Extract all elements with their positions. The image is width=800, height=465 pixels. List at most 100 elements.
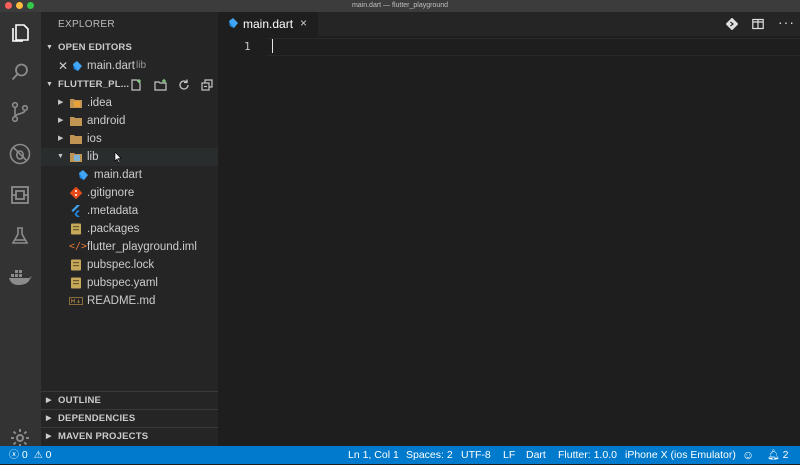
tree-item-metadata[interactable]: .metadata [41, 202, 218, 220]
yaml-file-icon [71, 259, 81, 271]
open-editor-path: lib [136, 60, 147, 71]
project-header[interactable]: ▼ FLUTTER_PL... [41, 76, 218, 94]
window-title: main.dart — flutter_playground [351, 2, 449, 9]
tree-item-label: .gitignore [87, 187, 135, 199]
mouse-pointer-icon [114, 152, 122, 163]
git-compare-icon[interactable] [726, 18, 738, 30]
close-icon[interactable]: ✕ [58, 57, 68, 75]
tree-item-pubspec-yaml[interactable]: pubspec.yaml [41, 274, 218, 292]
tree-item-label: .idea [87, 97, 112, 109]
split-editor-icon[interactable] [752, 18, 764, 30]
window-controls [5, 2, 34, 9]
chevron-right-icon: ▶ [46, 397, 52, 404]
more-actions-icon[interactable]: ··· [778, 14, 795, 30]
tab-main-dart[interactable]: main.dart × [218, 12, 318, 36]
maven-projects-header[interactable]: ▶ MAVEN PROJECTS [41, 427, 218, 446]
tree-item-label: README.md [87, 295, 156, 307]
zoom-window-button[interactable] [27, 2, 34, 9]
bell-icon: 🔔︎ [767, 450, 780, 461]
tree-item-label: pubspec.lock [87, 259, 155, 271]
title-bar: main.dart — flutter_playground [0, 0, 800, 12]
encoding-status[interactable]: UTF-8 [461, 446, 491, 464]
explorer-title: EXPLORER [58, 19, 115, 30]
eol-status[interactable]: LF [503, 446, 515, 464]
xml-file-icon: </> [69, 241, 88, 252]
new-folder-icon[interactable] [154, 79, 167, 91]
activity-bar [0, 12, 41, 447]
tree-item-label: flutter_playground.iml [87, 241, 197, 253]
explorer-icon[interactable] [8, 20, 32, 44]
chevron-down-icon: ▼ [57, 153, 64, 160]
device-status[interactable]: iPhone X (ios Emulator) [625, 446, 736, 464]
collapse-all-icon[interactable] [201, 79, 213, 91]
open-editors-header[interactable]: ▼ OPEN EDITORS [41, 39, 218, 57]
editor-tab-bar: main.dart × ··· [218, 12, 800, 36]
chevron-right-icon: ▶ [58, 117, 64, 124]
tree-item-idea[interactable]: ▶ .idea [41, 94, 218, 112]
notifications-status[interactable]: 🔔︎ 2 [767, 446, 788, 465]
flutter-version-status[interactable]: Flutter: 1.0.0 [558, 446, 617, 464]
tree-item-lib[interactable]: ▼ lib [41, 148, 218, 166]
errors-status[interactable]: ⓧ 0 ⚠ 0 [9, 446, 51, 465]
new-file-icon[interactable] [130, 79, 142, 91]
text-cursor [272, 39, 273, 53]
current-line-highlight [266, 38, 800, 56]
tree-item-ios[interactable]: ▶ ios [41, 130, 218, 148]
test-flask-icon[interactable] [8, 224, 32, 248]
chevron-right-icon: ▶ [46, 415, 52, 422]
dart-file-icon [73, 61, 82, 71]
yaml-file-icon [71, 277, 81, 289]
refresh-icon[interactable] [178, 79, 190, 91]
cursor-position[interactable]: Ln 1, Col 1 [348, 446, 399, 464]
chevron-right-icon: ▶ [58, 135, 64, 142]
extensions-icon[interactable] [8, 183, 32, 207]
tree-item-label: android [87, 115, 126, 127]
tree-item-main-dart[interactable]: main.dart [41, 166, 218, 184]
tree-item-pubspec-lock[interactable]: pubspec.lock [41, 256, 218, 274]
tree-item-packages[interactable]: .packages [41, 220, 218, 238]
chevron-down-icon: ▼ [46, 81, 54, 88]
explorer-sidebar: EXPLORER ▼ OPEN EDITORS ✕ main.dart lib … [41, 12, 218, 446]
flutter-file-icon [71, 205, 80, 217]
open-editor-name: main.dart [87, 60, 135, 72]
line-number: 1 [244, 40, 251, 53]
dependencies-header[interactable]: ▶ DEPENDENCIES [41, 409, 218, 428]
minimize-window-button[interactable] [16, 2, 23, 9]
package-file-icon [71, 223, 81, 235]
error-icon: ⓧ [9, 450, 19, 461]
feedback-smiley-icon[interactable]: ☺ [742, 446, 754, 464]
indentation-status[interactable]: Spaces: 2 [406, 446, 453, 464]
tree-item-readme[interactable]: README.md [41, 292, 218, 310]
tab-label: main.dart [243, 17, 294, 31]
chevron-right-icon: ▶ [58, 99, 64, 106]
docker-icon[interactable] [8, 265, 32, 289]
close-window-button[interactable] [5, 2, 12, 9]
debug-icon[interactable] [8, 142, 32, 166]
tree-item-android[interactable]: ▶ android [41, 112, 218, 130]
status-bar: ⓧ 0 ⚠ 0 Ln 1, Col 1 Spaces: 2 UTF-8 LF D… [0, 446, 800, 464]
tree-item-iml[interactable]: </> flutter_playground.iml [41, 238, 218, 256]
editor-area[interactable]: main.dart × ··· 1 [218, 12, 800, 446]
tree-item-label: ios [87, 133, 102, 145]
chevron-right-icon: ▶ [46, 433, 52, 440]
tree-item-label: pubspec.yaml [87, 277, 158, 289]
folder-icon [70, 99, 82, 108]
open-editor-item[interactable]: ✕ main.dart lib [41, 57, 218, 75]
chevron-down-icon: ▼ [46, 44, 54, 51]
tree-item-label: lib [87, 151, 99, 163]
language-status[interactable]: Dart [526, 446, 546, 464]
git-file-icon [70, 187, 82, 199]
dart-file-icon [229, 18, 238, 28]
warning-icon: ⚠ [33, 450, 43, 461]
folder-icon [70, 135, 82, 144]
folder-open-icon [70, 153, 82, 162]
tab-close-icon[interactable]: × [300, 16, 307, 30]
dart-file-icon [79, 170, 88, 180]
tree-item-label: main.dart [94, 169, 142, 181]
outline-header[interactable]: ▶ OUTLINE [41, 391, 218, 410]
tree-item-label: .packages [87, 223, 140, 235]
search-icon[interactable] [8, 60, 32, 84]
tree-item-label: .metadata [87, 205, 139, 217]
source-control-icon[interactable] [8, 100, 32, 124]
tree-item-gitignore[interactable]: .gitignore [41, 184, 218, 202]
